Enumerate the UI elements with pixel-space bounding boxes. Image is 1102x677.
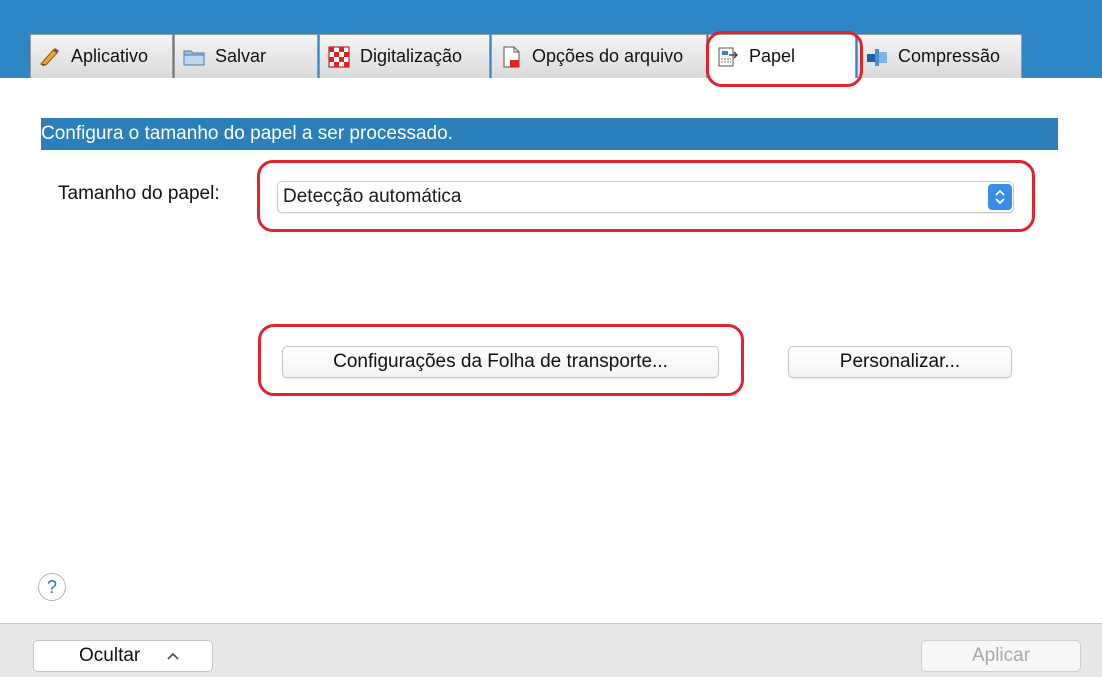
tab-digitalizacao[interactable]: Digitalização bbox=[319, 34, 490, 78]
customize-label: Personalizar... bbox=[839, 351, 961, 372]
tab-papel[interactable]: Papel bbox=[708, 34, 856, 78]
chevron-up-icon bbox=[166, 651, 180, 661]
tab-label: Salvar bbox=[215, 46, 267, 66]
tab-label: Digitalização bbox=[360, 46, 463, 66]
description-banner: Configura o tamanho do papel a ser proce… bbox=[41, 118, 1058, 150]
tab-label: Papel bbox=[749, 46, 796, 66]
paper-size-label: Tamanho do papel: bbox=[58, 183, 220, 204]
folder-icon bbox=[183, 46, 205, 68]
compression-icon bbox=[866, 46, 888, 68]
help-button[interactable]: ? bbox=[38, 573, 66, 601]
tab-compressao[interactable]: Compressão bbox=[857, 34, 1022, 78]
tab-aplicativo[interactable]: Aplicativo bbox=[30, 34, 173, 78]
tab-bar: Aplicativo Salvar Digitalização Opções d… bbox=[30, 34, 1023, 78]
document-icon bbox=[500, 46, 522, 68]
paper-size-select[interactable]: Detecção automática bbox=[277, 181, 1014, 213]
tab-label: Aplicativo bbox=[71, 46, 149, 66]
customize-button[interactable]: Personalizar... bbox=[788, 346, 1012, 378]
carrier-sheet-settings-label: Configurações da Folha de transporte... bbox=[333, 351, 668, 372]
apply-label: Aplicar bbox=[971, 645, 1031, 666]
hide-button[interactable]: Ocultar bbox=[33, 640, 213, 672]
window-top-bar bbox=[0, 0, 1102, 16]
tab-label: Opções do arquivo bbox=[532, 46, 684, 66]
paper-icon bbox=[717, 46, 739, 68]
updown-arrows-icon bbox=[988, 184, 1012, 210]
question-icon: ? bbox=[46, 576, 57, 597]
carrier-sheet-settings-button[interactable]: Configurações da Folha de transporte... bbox=[282, 346, 719, 378]
tab-salvar[interactable]: Salvar bbox=[174, 34, 318, 78]
tab-label: Compressão bbox=[898, 46, 1001, 66]
tab-opcoes-do-arquivo[interactable]: Opções do arquivo bbox=[491, 34, 707, 78]
paper-size-value: Detecção automática bbox=[283, 186, 462, 207]
checkerboard-icon bbox=[328, 46, 350, 68]
pen-icon bbox=[39, 46, 61, 68]
apply-button[interactable]: Aplicar bbox=[921, 640, 1081, 672]
hide-label: Ocultar bbox=[79, 645, 141, 666]
